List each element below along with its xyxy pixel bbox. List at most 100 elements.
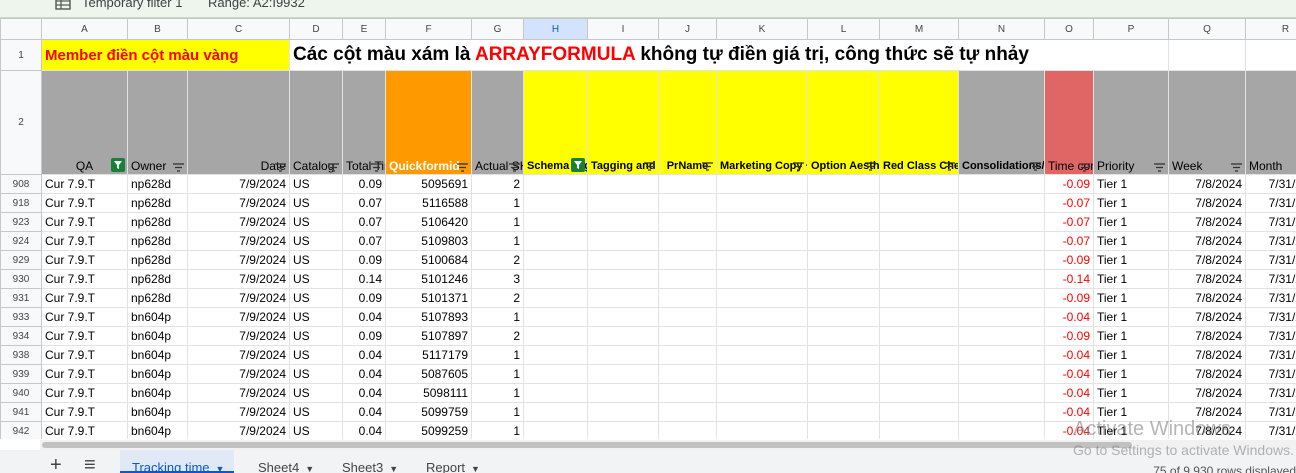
caret-down-icon[interactable]: ▼ xyxy=(305,464,314,473)
row-number[interactable]: 918 xyxy=(0,193,42,213)
cell-option-aesthetics[interactable] xyxy=(807,269,880,289)
cell-month[interactable]: 7/31/2024 xyxy=(1245,212,1296,232)
header-owner[interactable]: Owner xyxy=(127,70,188,175)
cell-consolidations[interactable] xyxy=(958,174,1045,194)
cell-quickformid[interactable]: 5087605 xyxy=(385,364,472,384)
cell-tagging-and-tying[interactable] xyxy=(587,288,659,308)
cell-actual-sku-count[interactable]: 1 xyxy=(471,212,524,232)
cell-tagging-and-tying[interactable] xyxy=(587,383,659,403)
cell-owner[interactable]: np628d xyxy=(127,231,188,251)
add-sheet-button[interactable]: + xyxy=(50,450,62,473)
cell-r1[interactable] xyxy=(1168,39,1246,71)
header-consolidations[interactable]: Consolidations/Breakout/Inappropriate Co… xyxy=(958,70,1045,175)
col-header-a[interactable]: A xyxy=(41,18,128,40)
cell-owner[interactable]: bn604p xyxy=(127,345,188,365)
cell-quickformid[interactable]: 5107897 xyxy=(385,326,472,346)
cell-option-aesthetics[interactable] xyxy=(807,421,880,439)
cell-option-aesthetics[interactable] xyxy=(807,174,880,194)
cell-qa[interactable]: Cur 7.9.T xyxy=(41,383,128,403)
col-header-j[interactable]: J xyxy=(658,18,717,40)
cell-quickformid[interactable]: 5109803 xyxy=(385,231,472,251)
cell-marketing-copy[interactable] xyxy=(716,193,808,213)
cell-consolidations[interactable] xyxy=(958,421,1045,439)
cell-total-time[interactable]: 0.14 xyxy=(342,269,386,289)
cell-tagging-and-tying[interactable] xyxy=(587,269,659,289)
header-schema-tag-review[interactable]: Schema Tag Review xyxy=(523,70,588,175)
cell-time-correct[interactable]: -0.04 xyxy=(1044,307,1094,327)
row-number[interactable]: 941 xyxy=(0,402,42,422)
cell-quickformid[interactable]: 5095691 xyxy=(385,174,472,194)
cell-month[interactable]: 7/31/2024 xyxy=(1245,288,1296,308)
cell-red-class-check[interactable] xyxy=(879,421,959,439)
cell-schema-tag-review[interactable] xyxy=(523,288,588,308)
cell-owner[interactable]: np628d xyxy=(127,269,188,289)
cell-actual-sku-count[interactable]: 1 xyxy=(471,402,524,422)
cell-month[interactable]: 7/31/2024 xyxy=(1245,421,1296,439)
cell-option-aesthetics[interactable] xyxy=(807,307,880,327)
cell-qa[interactable]: Cur 7.9.T xyxy=(41,231,128,251)
cell-month[interactable]: 7/31/2024 xyxy=(1245,402,1296,422)
filter-icon[interactable] xyxy=(172,161,185,172)
cell-date[interactable]: 7/9/2024 xyxy=(187,174,290,194)
header-priority[interactable]: Priority xyxy=(1093,70,1169,175)
header-qa[interactable]: QA xyxy=(41,70,128,175)
row-number[interactable]: 940 xyxy=(0,383,42,403)
scrollbar-thumb[interactable] xyxy=(42,442,1132,448)
cell-total-time[interactable]: 0.04 xyxy=(342,402,386,422)
cell-priority[interactable]: Tier 1 xyxy=(1093,307,1169,327)
horizontal-scrollbar[interactable] xyxy=(40,440,1296,450)
cell-month[interactable]: 7/31/2024 xyxy=(1245,307,1296,327)
cell-option-aesthetics[interactable] xyxy=(807,231,880,251)
cell-tagging-and-tying[interactable] xyxy=(587,326,659,346)
filter-icon[interactable] xyxy=(1029,161,1042,171)
cell-priority[interactable]: Tier 1 xyxy=(1093,231,1169,251)
cell-quickformid[interactable]: 5100684 xyxy=(385,250,472,270)
col-header-e[interactable]: E xyxy=(342,18,386,40)
cell-time-correct[interactable]: -0.07 xyxy=(1044,193,1094,213)
cell-week[interactable]: 7/8/2024 xyxy=(1168,231,1246,251)
cell-consolidations[interactable] xyxy=(958,364,1045,384)
cell-consolidations[interactable] xyxy=(958,231,1045,251)
cell-tagging-and-tying[interactable] xyxy=(587,402,659,422)
cell-prname[interactable] xyxy=(658,212,717,232)
cell-catalog[interactable]: US xyxy=(289,345,343,365)
cell-prname[interactable] xyxy=(658,288,717,308)
cell-actual-sku-count[interactable]: 3 xyxy=(471,269,524,289)
cell-prname[interactable] xyxy=(658,421,717,439)
cell-total-time[interactable]: 0.07 xyxy=(342,193,386,213)
filter-icon[interactable] xyxy=(508,161,521,172)
cell-prname[interactable] xyxy=(658,402,717,422)
cell-owner[interactable]: np628d xyxy=(127,193,188,213)
cell-prname[interactable] xyxy=(658,345,717,365)
header-catalog[interactable]: Catalog xyxy=(289,70,343,175)
member-note-cell[interactable]: Member điền cột màu vàng xyxy=(41,39,290,71)
filter-range[interactable]: Range: A2:I9932 xyxy=(208,0,305,10)
cell-red-class-check[interactable] xyxy=(879,383,959,403)
cell-week[interactable]: 7/8/2024 xyxy=(1168,345,1246,365)
cell-actual-sku-count[interactable]: 1 xyxy=(471,307,524,327)
cell-week[interactable]: 7/8/2024 xyxy=(1168,250,1246,270)
cell-week[interactable]: 7/8/2024 xyxy=(1168,326,1246,346)
cell-marketing-copy[interactable] xyxy=(716,364,808,384)
cell-catalog[interactable]: US xyxy=(289,383,343,403)
cell-red-class-check[interactable] xyxy=(879,364,959,384)
cell-priority[interactable]: Tier 1 xyxy=(1093,288,1169,308)
cell-catalog[interactable]: US xyxy=(289,402,343,422)
cell-option-aesthetics[interactable] xyxy=(807,383,880,403)
cell-red-class-check[interactable] xyxy=(879,250,959,270)
col-header-b[interactable]: B xyxy=(127,18,188,40)
cell-schema-tag-review[interactable] xyxy=(523,269,588,289)
cell-qa[interactable]: Cur 7.9.T xyxy=(41,212,128,232)
cell-date[interactable]: 7/9/2024 xyxy=(187,231,290,251)
cell-date[interactable]: 7/9/2024 xyxy=(187,326,290,346)
cell-week[interactable]: 7/8/2024 xyxy=(1168,364,1246,384)
header-red-class-check[interactable]: Red Class Check xyxy=(879,70,959,175)
sheet-table[interactable]: A B C D E F G H I J K L M N O P Q R 1 Me… xyxy=(0,18,1296,439)
cell-quickformid[interactable]: 5106420 xyxy=(385,212,472,232)
cell-red-class-check[interactable] xyxy=(879,174,959,194)
cell-prname[interactable] xyxy=(658,231,717,251)
cell-quickformid[interactable]: 5099759 xyxy=(385,402,472,422)
filter-icon[interactable] xyxy=(327,161,340,172)
cell-quickformid[interactable]: 5117179 xyxy=(385,345,472,365)
cell-tagging-and-tying[interactable] xyxy=(587,212,659,232)
